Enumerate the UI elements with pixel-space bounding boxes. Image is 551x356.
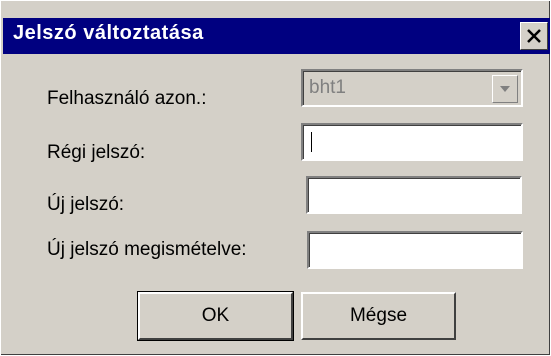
user-id-combobox[interactable]: bht1 [301,69,523,107]
dropdown-button[interactable] [492,75,518,103]
close-icon [527,29,541,43]
new-password-repeat-field[interactable] [307,231,523,269]
text-caret [311,132,312,152]
cancel-button[interactable]: Mégse [301,292,456,340]
new-password-label: Új jelszó: [47,194,125,215]
password-change-dialog: Jelszó változtatása Felhasználó azon.: b… [0,0,551,356]
close-button[interactable] [520,22,548,50]
dialog-title: Jelszó változtatása [13,22,204,44]
title-bar[interactable]: Jelszó változtatása [3,18,550,54]
new-password-repeat-label: Új jelszó megismételve: [47,239,247,260]
new-password-field[interactable] [306,176,522,214]
old-password-field[interactable] [301,123,523,161]
user-id-label: Felhasználó azon.: [47,88,207,109]
chevron-down-icon [500,86,510,92]
old-password-label: Régi jelszó: [47,142,146,163]
user-id-value: bht1 [309,77,346,98]
ok-button[interactable]: OK [137,291,294,341]
